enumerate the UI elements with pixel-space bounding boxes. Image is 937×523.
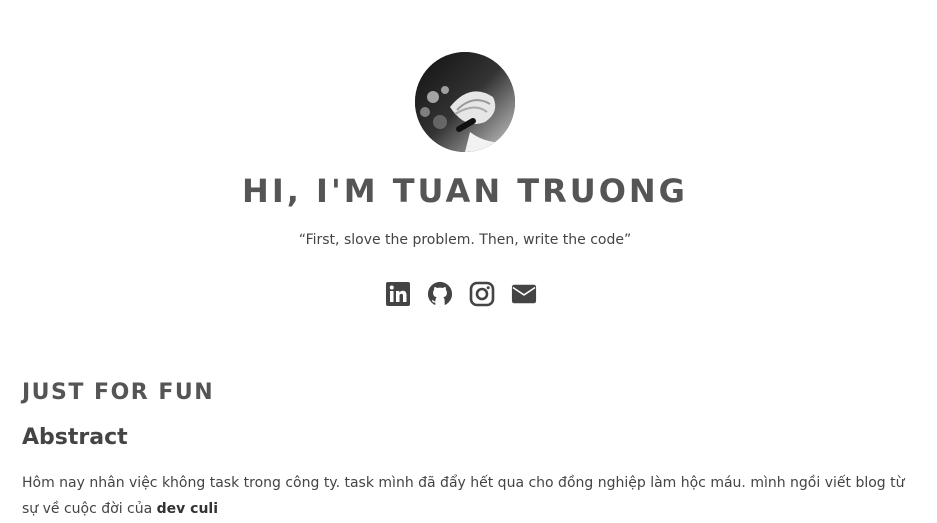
instagram-link[interactable] (469, 280, 495, 308)
instagram-icon (469, 281, 495, 307)
post-heading: Abstract (22, 425, 128, 450)
tagline-quote: “First, slove the problem. Then, write t… (298, 232, 632, 248)
email-icon (511, 284, 537, 304)
post-text: Hôm nay nhân việc không task trong công … (22, 475, 905, 517)
linkedin-link[interactable] (385, 280, 411, 308)
section-title: JUST FOR FUN (22, 380, 215, 405)
page-title: HI, I'M TUAN TRUONG (242, 172, 688, 210)
social-links (385, 280, 537, 308)
avatar-image (415, 52, 515, 152)
avatar (415, 52, 515, 152)
email-link[interactable] (511, 280, 537, 308)
linkedin-icon (386, 282, 410, 306)
github-link[interactable] (427, 280, 453, 308)
post-paragraph: Hôm nay nhân việc không task trong công … (22, 470, 907, 522)
post-bold-text: dev culi (156, 501, 219, 517)
github-icon (427, 281, 453, 307)
